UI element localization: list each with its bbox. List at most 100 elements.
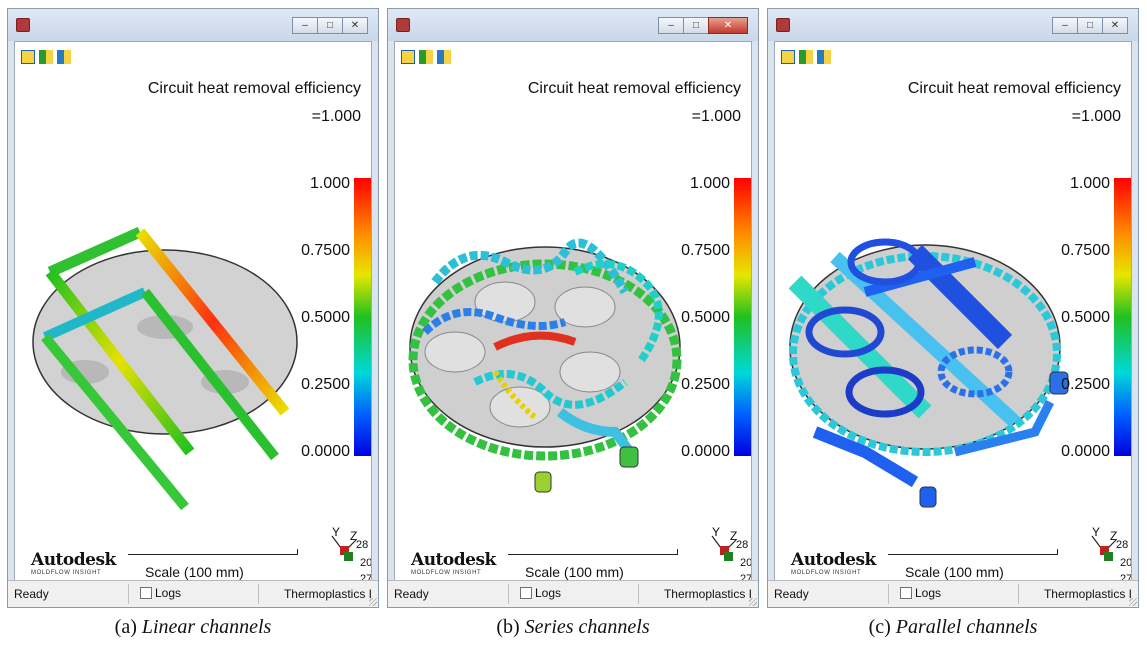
resize-grip-icon[interactable] [1129,598,1137,606]
maximize-button[interactable]: □ [1077,17,1103,34]
scale-bar [508,549,678,555]
logs-toggle[interactable]: Logs [520,586,561,600]
result-window-series: – □ ✕ Circuit heat removal efficiency =1… [387,8,759,608]
resize-grip-icon[interactable] [749,598,757,606]
scale-bar [888,549,1058,555]
plot-title: Circuit heat removal efficiency [907,80,1121,97]
legend-tick: 0.5000 [681,309,730,326]
plot-title: Circuit heat removal efficiency [527,80,741,97]
layers-lock-icon[interactable] [437,50,451,64]
axis-value: 28 [356,539,368,551]
plot-area: Circuit heat removal efficiency =1.000 1… [394,41,752,581]
legend-tick: 0.7500 [681,242,730,259]
plot-value: =1.000 [311,108,361,125]
plot-toolbar [21,50,71,64]
lock-icon[interactable] [401,50,415,64]
inlet [919,486,937,508]
app-icon [16,18,30,32]
minimize-button[interactable]: – [658,17,684,34]
plot-value: =1.000 [691,108,741,125]
status-ready: Ready [14,587,49,601]
logs-checkbox[interactable] [520,587,532,599]
logs-toggle[interactable]: Logs [900,586,941,600]
logs-checkbox[interactable] [140,587,152,599]
window-controls: – □ ✕ [292,17,368,34]
status-bar: Ready Logs Thermoplastics I [768,580,1138,607]
logs-toggle[interactable]: Logs [140,586,181,600]
lock-icon[interactable] [21,50,35,64]
play-lock-icon[interactable] [419,50,433,64]
legend-tick: 0.0000 [301,443,350,460]
play-lock-icon[interactable] [799,50,813,64]
axis-value: 20 [360,557,372,569]
status-mode: Thermoplastics I [663,587,752,601]
inlet [534,471,552,493]
minimize-button[interactable]: – [292,17,318,34]
close-button[interactable]: ✕ [342,17,368,34]
moldflow-insight-label: MOLDFLOW INSIGHT [791,570,862,576]
axis-label: Y [712,526,720,539]
caption-letter: (c) [868,616,891,638]
caption-text: Parallel channels [895,616,1038,638]
scale-label: Scale (100 mm) [525,564,624,580]
play-lock-icon[interactable] [39,50,53,64]
window-controls: – □ ✕ [1052,17,1128,34]
app-icon [776,18,790,32]
moldflow-insight-label: MOLDFLOW INSIGHT [411,570,482,576]
legend-tick: 0.2500 [681,376,730,393]
status-bar: Ready Logs Thermoplastics I [388,580,758,607]
caption-c: (c) Parallel channels [767,616,1139,639]
result-window-parallel: – □ ✕ Circuit heat removal efficiency =1… [767,8,1139,608]
logs-checkbox[interactable] [900,587,912,599]
minimize-button[interactable]: – [1052,17,1078,34]
legend-tick: 0.5000 [1061,309,1110,326]
lock-icon[interactable] [781,50,795,64]
close-button[interactable]: ✕ [708,17,748,34]
scale-bar [128,549,298,555]
axis-label: Y [1092,526,1100,539]
plot-toolbar [401,50,451,64]
app-icon [396,18,410,32]
maximize-button[interactable]: □ [683,17,709,34]
maximize-button[interactable]: □ [317,17,343,34]
series-channels-model [408,238,682,493]
legend-tick: 0.7500 [301,242,350,259]
axis-triad-icon: Y Z 28 20 27 [711,526,752,580]
legend-tick: 1.000 [689,175,730,192]
title-bar: – □ ✕ [388,9,758,41]
caption-letter: (b) [496,616,520,638]
color-legend-bar [734,178,751,456]
axis-value: 20 [740,557,752,569]
plot-area: Circuit heat removal efficiency =1.000 1… [774,41,1132,581]
linear-channels-model [32,226,298,511]
mold-plate [32,249,298,435]
axis-value: 28 [736,539,748,551]
status-bar: Ready Logs Thermoplastics I [8,580,378,607]
legend-tick: 1.000 [1069,175,1110,192]
color-legend-bar [1114,178,1131,456]
axis-label: Y [332,526,340,539]
plot-area: Circuit heat removal efficiency =1.000 1… [14,41,372,581]
axis-triad-icon: Y Z 28 20 27 [331,526,372,580]
moldflow-insight-label: MOLDFLOW INSIGHT [31,570,102,576]
color-legend-bar [354,178,371,456]
caption-a: (a) Linear channels [7,616,379,639]
scale-label: Scale (100 mm) [905,564,1004,580]
autodesk-logo: Autodesk [791,550,876,570]
close-button[interactable]: ✕ [1102,17,1128,34]
window-controls: – □ ✕ [658,17,748,34]
axis-value: 20 [1120,557,1132,569]
caption-b: (b) Series channels [387,616,759,639]
cavity [474,281,536,323]
cavity [424,331,486,373]
layers-lock-icon[interactable] [817,50,831,64]
result-window-linear: – □ ✕ Circuit heat removal efficiency =1… [7,8,379,608]
legend-tick: 0.0000 [1061,443,1110,460]
logs-label: Logs [155,586,182,600]
resize-grip-icon[interactable] [369,598,377,606]
layers-lock-icon[interactable] [57,50,71,64]
logs-label: Logs [915,586,942,600]
caption-text: Series channels [524,616,650,638]
scale-label: Scale (100 mm) [145,564,244,580]
legend-tick: 1.000 [309,175,350,192]
